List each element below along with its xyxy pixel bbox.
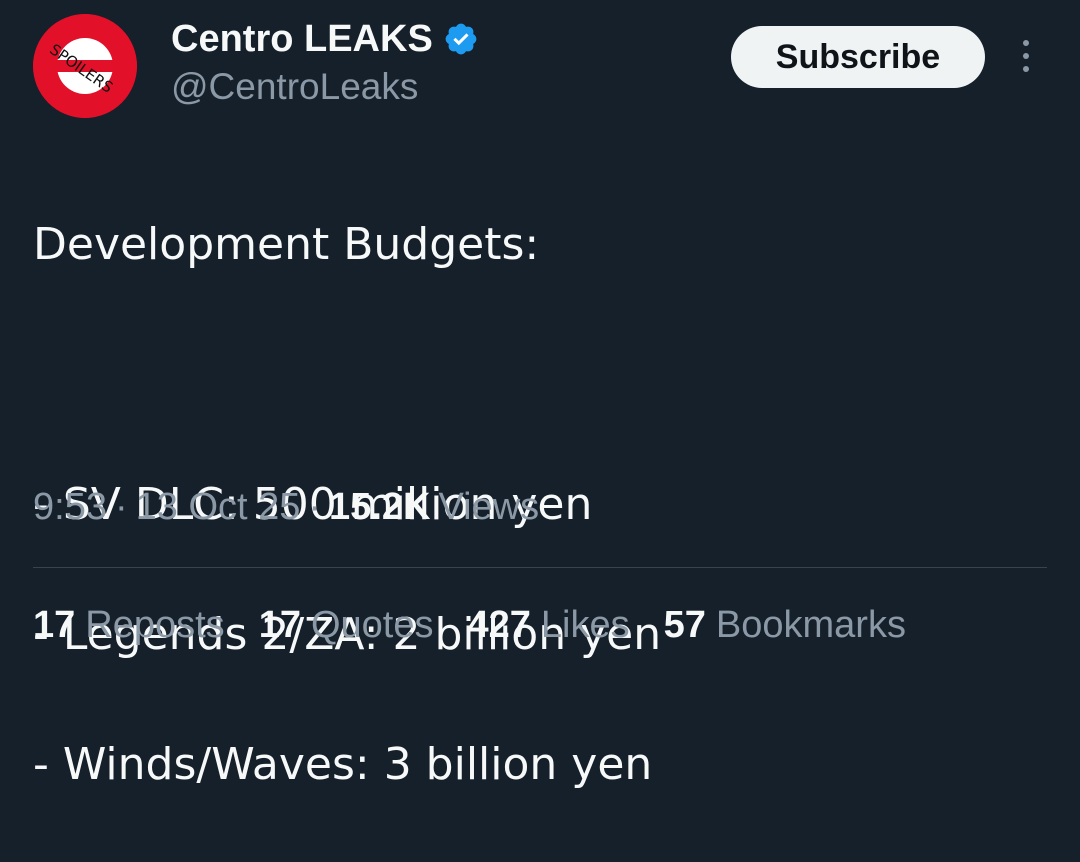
tweet-time[interactable]: 9:53: [33, 486, 107, 529]
author-display-name[interactable]: Centro LEAKS: [171, 18, 433, 61]
stat-label: Quotes: [310, 604, 434, 646]
tweet-date[interactable]: 13 Oct 25: [136, 486, 301, 529]
more-dot: [1023, 66, 1029, 72]
meta-separator: ·: [114, 486, 128, 528]
engagement-stats: 17 Reposts 17 Quotes 427 Likes 57 Bookmarks: [33, 604, 940, 647]
subscribe-button[interactable]: Subscribe: [731, 26, 985, 88]
stat-count: 57: [663, 604, 706, 646]
views-count: 15.2K: [329, 486, 431, 528]
stat-count: 427: [467, 604, 531, 646]
tweet: SPOILERS Centro LEAKS @CentroLeaks Subsc…: [0, 0, 1080, 790]
author-name-row: Centro LEAKS: [171, 17, 479, 61]
avatar[interactable]: SPOILERS: [33, 14, 137, 118]
tweet-line: Development Budgets:: [33, 219, 540, 270]
verified-badge-icon[interactable]: [443, 21, 479, 57]
more-dot: [1023, 53, 1029, 59]
more-options-icon[interactable]: [1008, 36, 1044, 76]
tweet-line: [33, 342, 1043, 407]
stat-likes[interactable]: 427 Likes: [468, 604, 630, 647]
stat-label: Bookmarks: [715, 604, 906, 646]
stat-quotes[interactable]: 17 Quotes: [259, 604, 434, 647]
stat-reposts[interactable]: 17 Reposts: [33, 604, 225, 647]
stat-label: Reposts: [85, 604, 225, 646]
stat-count: 17: [258, 604, 301, 646]
tweet-line: - Winds/Waves: 3 billion yen: [33, 739, 653, 790]
stat-count: 17: [33, 604, 76, 646]
more-dot: [1023, 40, 1029, 46]
stat-label: Likes: [540, 604, 630, 646]
divider: [33, 567, 1047, 568]
tweet-meta: 9:53 · 13 Oct 25 · 15.2K Views: [33, 486, 539, 529]
avatar-logo-icon: SPOILERS: [33, 14, 137, 118]
stat-bookmarks[interactable]: 57 Bookmarks: [664, 604, 906, 647]
meta-separator: ·: [308, 486, 322, 528]
views-label: Views: [438, 486, 540, 528]
author-handle[interactable]: @CentroLeaks: [171, 66, 418, 108]
